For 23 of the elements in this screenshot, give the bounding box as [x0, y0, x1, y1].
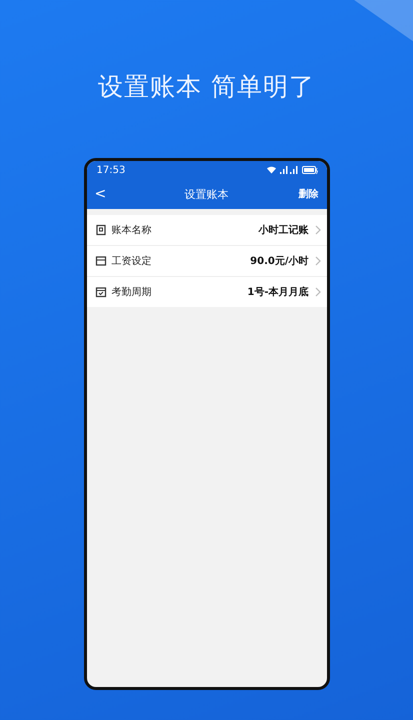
row-label: 账本名称 — [112, 224, 152, 237]
battery-icon — [302, 166, 318, 174]
settings-row[interactable]: 账本名称 小时工记账 — [86, 215, 326, 246]
page-title: 设置账本 — [184, 186, 228, 202]
wifi-icon — [266, 166, 276, 174]
delete-button[interactable]: 删除 — [288, 187, 318, 201]
back-button[interactable]: < — [94, 186, 124, 202]
chevron-icon — [314, 256, 320, 266]
calendar-icon — [94, 286, 106, 298]
book-icon — [94, 224, 106, 236]
settings-row[interactable]: 考勤周期 1号-本月月底 — [86, 277, 326, 307]
row-value: 小时工记账 — [258, 224, 308, 237]
status-time: 17:53 — [96, 164, 126, 176]
headline: 设置账本 简单明了 — [98, 71, 315, 103]
chevron-icon — [314, 225, 320, 235]
chevron-icon — [314, 287, 320, 297]
row-label: 工资设定 — [112, 254, 152, 268]
settings-row[interactable]: 工资设定 90.0元/小时 — [86, 246, 326, 277]
card-icon — [94, 255, 106, 267]
row-value: 90.0元/小时 — [250, 254, 308, 268]
signal-icon — [278, 166, 298, 174]
row-value: 1号-本月月底 — [247, 285, 308, 299]
row-label: 考勤周期 — [112, 286, 152, 299]
